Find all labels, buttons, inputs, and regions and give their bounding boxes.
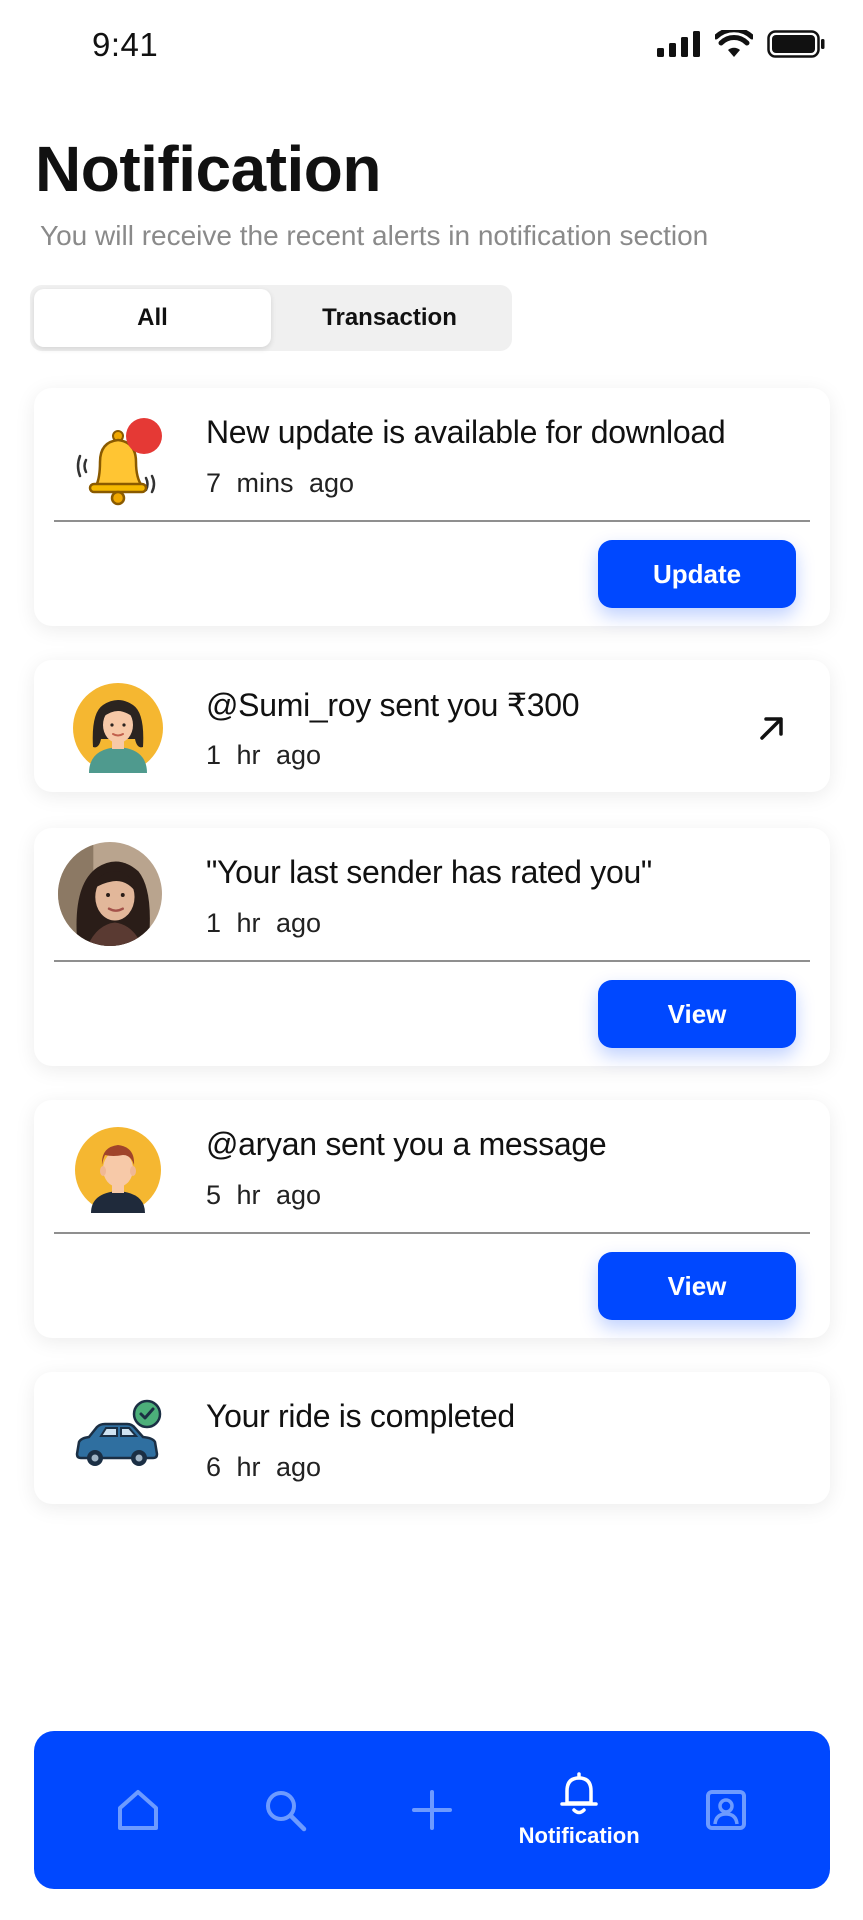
card-divider <box>54 520 810 522</box>
update-button[interactable]: Update <box>598 540 796 608</box>
notification-card-rating: "Your last sender has rated you" 1 hr ag… <box>34 828 830 1066</box>
nav-add[interactable] <box>367 1750 497 1870</box>
tab-all[interactable]: All <box>34 289 271 347</box>
notification-title: "Your last sender has rated you" <box>206 854 652 890</box>
notification-time: 1 hr ago <box>206 740 322 770</box>
notification-card-message: @aryan sent you a message 5 hr ago View <box>34 1100 830 1338</box>
bell-update-icon: UPDATE <box>66 410 190 514</box>
nav-profile[interactable] <box>661 1750 791 1870</box>
update-badge-label: UPDATE <box>157 451 191 460</box>
page-subtitle: You will receive the recent alerts in no… <box>40 220 709 251</box>
notification-time: 1 hr ago <box>206 908 322 938</box>
male-avatar <box>66 1118 170 1222</box>
notification-card-update: UPDATE New update is available for downl… <box>34 388 830 626</box>
notification-time: 7 mins ago <box>206 468 355 498</box>
photo-avatar <box>58 842 162 946</box>
card-divider <box>54 1232 810 1234</box>
plus-icon <box>411 1790 452 1830</box>
nav-notification[interactable]: Notification <box>514 1750 644 1870</box>
arrow-up-right-icon[interactable] <box>754 710 790 746</box>
notification-tabs: All Transaction <box>30 285 512 351</box>
notification-card-ride: Your ride is completed 6 hr ago <box>34 1372 830 1504</box>
notification-title: @Sumi_roy sent you ₹300 <box>206 687 580 723</box>
car-check-icon <box>66 1386 170 1490</box>
battery-icon <box>767 30 825 58</box>
bell-icon <box>560 1772 598 1815</box>
view-button[interactable]: View <box>598 980 796 1048</box>
notification-card-payment: @Sumi_roy sent you ₹300 1 hr ago <box>34 660 830 792</box>
notification-title: @aryan sent you a message <box>206 1126 607 1162</box>
search-icon <box>265 1791 307 1832</box>
profile-icon <box>706 1790 747 1830</box>
tab-transaction[interactable]: Transaction <box>271 289 508 347</box>
notification-time: 6 hr ago <box>206 1452 322 1482</box>
status-icons <box>657 30 825 58</box>
status-bar: 9:41 <box>0 0 863 90</box>
nav-home[interactable] <box>73 1750 203 1870</box>
status-time: 9:41 <box>92 26 159 63</box>
card-divider <box>54 960 810 962</box>
signal-icon <box>657 31 700 57</box>
notification-title: New update is available for download <box>206 414 726 450</box>
view-button[interactable]: View <box>598 1252 796 1320</box>
wifi-icon <box>715 30 753 57</box>
nav-search[interactable] <box>220 1750 350 1870</box>
female-avatar <box>66 676 170 780</box>
notification-title: Your ride is completed <box>206 1398 515 1434</box>
bottom-nav: Notification <box>34 1731 830 1889</box>
nav-label: Notification <box>518 1823 640 1848</box>
notification-time: 5 hr ago <box>206 1180 322 1210</box>
page-title: Notification <box>35 133 381 205</box>
home-icon <box>117 1790 158 1830</box>
